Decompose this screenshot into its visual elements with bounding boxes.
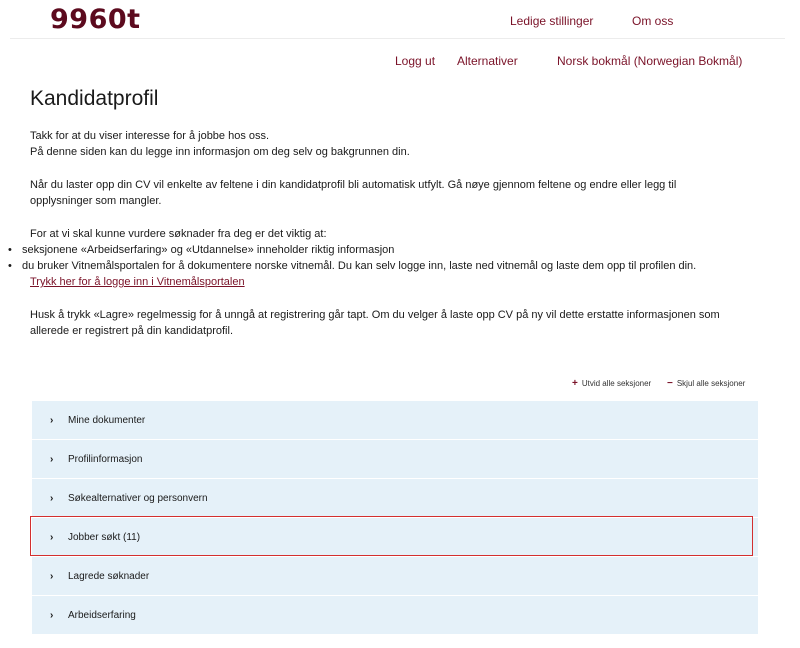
chevron-right-icon: › — [50, 453, 54, 465]
list-item: • seksjonene «Arbeidserfaring» og «Utdann… — [8, 242, 768, 258]
section-label: Søkealternativer og personvern — [68, 492, 208, 504]
section-label: Profilinformasjon — [68, 453, 143, 465]
bullet-text: du bruker Vitnemålsportalen for å dokume… — [22, 260, 697, 272]
cv-info-line-1: Når du laster opp din CV vil enkelte av … — [30, 179, 677, 191]
expand-all-label: Utvid alle seksjoner — [581, 379, 652, 388]
logout-link[interactable]: Logg ut — [395, 54, 435, 68]
intro-line-1: Takk for at du viser interesse for å job… — [30, 130, 270, 142]
bullet-text: seksjonene «Arbeidserfaring» og «Utdanne… — [22, 244, 395, 256]
nav-om-oss[interactable]: Om oss — [632, 14, 673, 28]
top-bar: 9960t Ledige stillinger Om oss — [0, 0, 800, 40]
section-label: Mine dokumenter — [68, 414, 146, 426]
evaluate-intro: For at vi skal kunne vurdere søknader fr… — [30, 228, 327, 240]
save-info-line-1: Husk å trykk «Lagre» regelmessig for å u… — [30, 309, 720, 321]
section-label: Lagrede søknader — [68, 570, 150, 582]
section-arbeidserfaring[interactable]: › Arbeidserfaring — [32, 596, 758, 634]
bullet-dot-icon: • — [8, 260, 12, 272]
intro-line-2: På denne siden kan du legge inn informas… — [30, 146, 410, 158]
chevron-right-icon: › — [50, 414, 54, 426]
language-selector[interactable]: Norsk bokmål (Norwegian Bokmål) — [557, 54, 742, 68]
nav-ledige-stillinger[interactable]: Ledige stillinger — [510, 14, 593, 28]
header-divider — [10, 38, 785, 39]
section-profilinformasjon[interactable]: › Profilinformasjon — [32, 440, 758, 478]
minus-icon: − — [667, 378, 673, 389]
options-link[interactable]: Alternativer — [457, 54, 518, 68]
plus-icon: + — [572, 378, 578, 389]
save-info-line-2: allerede er registrert på din kandidatpr… — [30, 325, 234, 337]
section-label: Arbeidserfaring — [68, 609, 136, 621]
bullet-dot-icon: • — [8, 244, 12, 256]
chevron-right-icon: › — [50, 570, 54, 582]
site-logo[interactable]: 9960t — [50, 4, 141, 35]
highlight-box — [30, 516, 753, 556]
expand-all-button[interactable]: + Utvid alle seksjoner — [572, 378, 651, 389]
page-title: Kandidatprofil — [30, 87, 159, 110]
section-mine-dokumenter[interactable]: › Mine dokumenter — [32, 401, 758, 439]
chevron-right-icon: › — [50, 609, 54, 621]
section-lagrede-soknader[interactable]: › Lagrede søknader — [32, 557, 758, 595]
collapse-all-label: Skjul alle seksjoner — [676, 379, 746, 388]
section-sokealternativer[interactable]: › Søkealternativer og personvern — [32, 479, 758, 517]
vitnemalsportalen-link[interactable]: Trykk her for å logge inn i Vitnemålspor… — [30, 274, 245, 290]
chevron-right-icon: › — [50, 492, 54, 504]
list-item: • du bruker Vitnemålsportalen for å dokum… — [8, 258, 768, 274]
cv-info-line-2: opplysninger som mangler. — [30, 195, 162, 207]
collapse-all-button[interactable]: − Skjul alle seksjoner — [667, 378, 745, 389]
